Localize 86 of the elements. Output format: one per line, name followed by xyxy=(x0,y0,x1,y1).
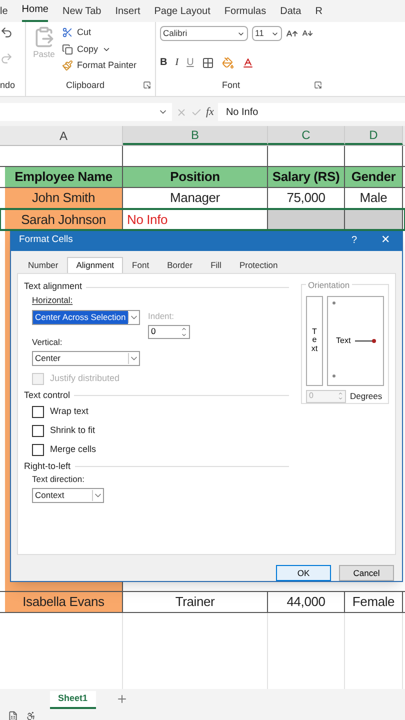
section-heading: Text control xyxy=(24,388,70,402)
checkbox-label: Shrink to fit xyxy=(50,424,96,437)
column-heading: Employee Name xyxy=(5,167,123,187)
group-label: Font xyxy=(222,78,240,92)
grow-font-icon[interactable] xyxy=(286,28,298,40)
checkbox[interactable] xyxy=(32,424,44,437)
sheet-tab[interactable]: Sheet1 xyxy=(50,691,96,709)
font-size-field[interactable]: 11 xyxy=(252,26,282,41)
dialog-tab[interactable]: Font xyxy=(123,257,158,273)
dialog-tab[interactable]: Fill xyxy=(202,257,230,273)
field-label: Horizontal: xyxy=(32,294,74,307)
borders-icon[interactable] xyxy=(202,56,214,69)
ribbon-tab[interactable]: le xyxy=(0,4,8,22)
cut-button[interactable]: Cut xyxy=(62,26,137,40)
add-sheet-icon[interactable] xyxy=(116,693,128,705)
sheet-icon xyxy=(8,711,18,720)
ribbon-tab[interactable]: R xyxy=(315,4,322,22)
column-header[interactable]: C xyxy=(268,126,345,145)
group-label: Clipboard xyxy=(66,78,105,92)
dialog-launcher-icon[interactable] xyxy=(143,81,151,90)
column-heading: Gender xyxy=(345,167,403,187)
section-heading: Text alignment xyxy=(24,280,82,294)
accessibility-icon[interactable] xyxy=(26,711,36,720)
ribbon-tab[interactable]: Insert xyxy=(115,4,140,22)
format-painter-button[interactable]: Format Painter xyxy=(62,59,137,72)
format-button[interactable]: I xyxy=(175,55,179,70)
dial-needle-icon xyxy=(354,338,377,344)
dialog-tab[interactable]: Border xyxy=(158,257,202,273)
chevron-icon xyxy=(92,490,103,501)
dialog-button[interactable]: OK xyxy=(276,565,331,581)
dropdown[interactable]: Center xyxy=(32,351,140,366)
vertical-text: Text xyxy=(310,328,318,354)
column-header[interactable]: B xyxy=(123,126,268,145)
checkbox-label: Merge cells xyxy=(50,443,96,456)
column-heading: Position xyxy=(123,167,268,187)
indent-spinner[interactable]: 0 xyxy=(148,324,190,338)
vertical-text-option[interactable]: Text xyxy=(306,296,323,386)
copy-button[interactable]: Copy xyxy=(62,42,137,56)
dialog-tab[interactable]: Protection xyxy=(230,257,287,273)
chevron-icon xyxy=(128,312,139,323)
dropdown[interactable]: Context xyxy=(32,488,104,503)
fill-color-icon[interactable] xyxy=(222,56,234,69)
section-heading: Right-to-left xyxy=(24,460,71,473)
ribbon-tab[interactable]: Page Layout xyxy=(154,4,210,22)
checkbox-label: Justify distributed xyxy=(50,372,120,385)
ribbon-tab[interactable]: New Tab xyxy=(62,4,102,22)
table-cell xyxy=(345,209,403,230)
scissors-icon xyxy=(62,27,73,38)
paintbrush-icon xyxy=(62,60,73,72)
table-cell: No Info xyxy=(123,209,268,230)
undo-icon[interactable] xyxy=(0,26,13,39)
table-cell: John Smith xyxy=(5,188,123,208)
field-label: Indent: xyxy=(148,310,175,322)
font-color-icon[interactable] xyxy=(242,56,254,69)
table-cell: Sarah Johnson xyxy=(5,209,123,230)
field-label: Text direction: xyxy=(32,473,86,486)
dialog-title: Format Cells xyxy=(19,232,74,247)
formula-field[interactable]: No Info xyxy=(218,103,405,121)
group-label: ndo xyxy=(0,78,16,92)
copy-icon xyxy=(62,44,73,55)
format-button[interactable]: U xyxy=(186,55,194,70)
column-header[interactable]: D xyxy=(345,126,403,145)
dialog-tab[interactable]: Alignment xyxy=(67,257,124,273)
format-button[interactable]: B xyxy=(160,55,168,70)
field-label: Vertical: xyxy=(32,336,64,348)
dialog-button[interactable]: Cancel xyxy=(339,565,394,581)
dropdown[interactable]: Center Across Selection xyxy=(32,310,140,325)
checkbox-label: Wrap text xyxy=(50,405,88,418)
dialog-launcher-icon[interactable] xyxy=(314,81,322,90)
shrink-font-icon[interactable] xyxy=(302,28,313,39)
ribbon-tab[interactable]: Data xyxy=(280,4,302,22)
close-button[interactable]: ✕ xyxy=(381,232,390,248)
ribbon-tab[interactable]: Formulas xyxy=(224,4,266,22)
help-button[interactable]: ? xyxy=(351,232,357,248)
table-cell: Isabella Evans xyxy=(5,592,123,612)
field-label: Degrees xyxy=(350,390,382,403)
clipboard-icon xyxy=(33,26,55,48)
orientation-dial[interactable]: Text xyxy=(327,296,384,386)
dial-text: Text xyxy=(336,334,351,347)
font-name-field[interactable]: Calibri xyxy=(160,26,248,41)
function-button[interactable]: fx xyxy=(206,104,214,120)
column-heading: Salary (RS) xyxy=(268,167,345,187)
dialog-tab[interactable]: Number xyxy=(19,257,68,273)
checkbox[interactable] xyxy=(32,444,44,456)
checkbox[interactable] xyxy=(32,406,44,418)
chevron-icon xyxy=(128,353,139,364)
